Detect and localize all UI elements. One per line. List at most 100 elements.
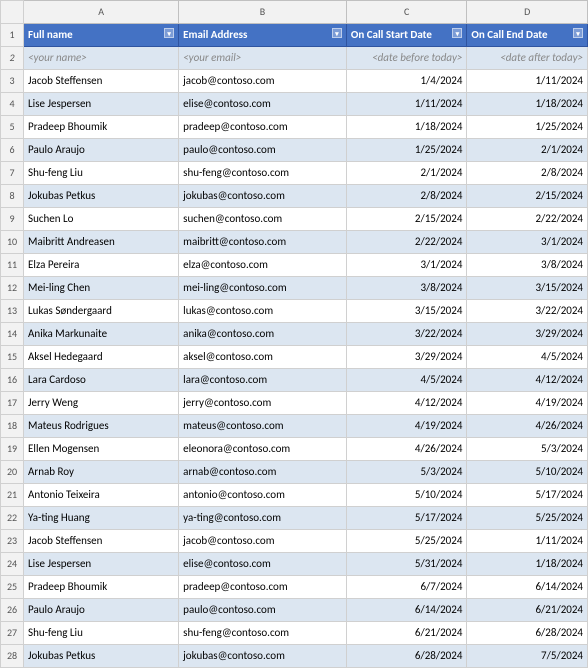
cell-fullname[interactable]: Pradeep Bhoumik	[24, 576, 179, 599]
cell-email[interactable]: elise@contoso.com	[179, 93, 347, 116]
cell-end-date[interactable]: <date after today>	[467, 47, 588, 70]
header-fullname[interactable]: Full name ▾	[24, 24, 179, 47]
cell-end-date[interactable]: 2/1/2024	[467, 139, 588, 162]
cell-fullname[interactable]: Mateus Rodrigues	[24, 415, 179, 438]
cell-end-date[interactable]: 1/11/2024	[467, 70, 588, 93]
cell-email[interactable]: mei-ling@contoso.com	[179, 277, 347, 300]
cell-end-date[interactable]: 6/28/2024	[467, 622, 588, 645]
cell-fullname[interactable]: Jacob Steffensen	[24, 70, 179, 93]
cell-fullname[interactable]: Shu-feng Liu	[24, 622, 179, 645]
cell-end-date[interactable]: 3/22/2024	[467, 300, 588, 323]
header-start-date[interactable]: On Call Start Date ▾	[346, 24, 467, 47]
cell-fullname[interactable]: Pradeep Bhoumik	[24, 116, 179, 139]
cell-email[interactable]: arnab@contoso.com	[179, 461, 347, 484]
cell-end-date[interactable]: 1/18/2024	[467, 93, 588, 116]
cell-end-date[interactable]: 6/14/2024	[467, 576, 588, 599]
cell-start-date[interactable]: 3/22/2024	[346, 323, 467, 346]
cell-start-date[interactable]: 1/11/2024	[346, 93, 467, 116]
cell-end-date[interactable]: 6/21/2024	[467, 599, 588, 622]
cell-fullname[interactable]: Suchen Lo	[24, 208, 179, 231]
cell-email[interactable]: jerry@contoso.com	[179, 392, 347, 415]
cell-end-date[interactable]: 2/15/2024	[467, 185, 588, 208]
cell-email[interactable]: anika@contoso.com	[179, 323, 347, 346]
cell-start-date[interactable]: 4/5/2024	[346, 369, 467, 392]
cell-fullname[interactable]: Ya-ting Huang	[24, 507, 179, 530]
cell-start-date[interactable]: 6/21/2024	[346, 622, 467, 645]
cell-end-date[interactable]: 1/18/2024	[467, 553, 588, 576]
cell-end-date[interactable]: 4/26/2024	[467, 415, 588, 438]
cell-end-date[interactable]: 4/5/2024	[467, 346, 588, 369]
cell-email[interactable]: paulo@contoso.com	[179, 599, 347, 622]
cell-start-date[interactable]: 5/3/2024	[346, 461, 467, 484]
cell-end-date[interactable]: 2/8/2024	[467, 162, 588, 185]
cell-start-date[interactable]: <date before today>	[346, 47, 467, 70]
cell-start-date[interactable]: 6/28/2024	[346, 645, 467, 668]
cell-start-date[interactable]: 6/7/2024	[346, 576, 467, 599]
cell-start-date[interactable]: 5/17/2024	[346, 507, 467, 530]
cell-fullname[interactable]: Antonio Teixeira	[24, 484, 179, 507]
cell-start-date[interactable]: 1/4/2024	[346, 70, 467, 93]
cell-fullname[interactable]: Paulo Araujo	[24, 139, 179, 162]
cell-fullname[interactable]: Jerry Weng	[24, 392, 179, 415]
cell-start-date[interactable]: 3/29/2024	[346, 346, 467, 369]
cell-start-date[interactable]: 2/1/2024	[346, 162, 467, 185]
cell-end-date[interactable]: 3/8/2024	[467, 254, 588, 277]
cell-fullname[interactable]: Shu-feng Liu	[24, 162, 179, 185]
cell-start-date[interactable]: 3/15/2024	[346, 300, 467, 323]
cell-email[interactable]: pradeep@contoso.com	[179, 576, 347, 599]
cell-email[interactable]: suchen@contoso.com	[179, 208, 347, 231]
cell-fullname[interactable]: Lara Cardoso	[24, 369, 179, 392]
cell-fullname[interactable]: Jokubas Petkus	[24, 645, 179, 668]
cell-email[interactable]: maibritt@contoso.com	[179, 231, 347, 254]
cell-email[interactable]: mateus@contoso.com	[179, 415, 347, 438]
cell-fullname[interactable]: Maibritt Andreasen	[24, 231, 179, 254]
cell-start-date[interactable]: 2/22/2024	[346, 231, 467, 254]
cell-fullname[interactable]: Anika Markunaite	[24, 323, 179, 346]
cell-fullname[interactable]: Jokubas Petkus	[24, 185, 179, 208]
cell-end-date[interactable]: 3/1/2024	[467, 231, 588, 254]
cell-start-date[interactable]: 2/8/2024	[346, 185, 467, 208]
filter-icon-c[interactable]: ▾	[452, 28, 462, 38]
cell-fullname[interactable]: Ellen Mogensen	[24, 438, 179, 461]
cell-email[interactable]: ya-ting@contoso.com	[179, 507, 347, 530]
cell-start-date[interactable]: 5/10/2024	[346, 484, 467, 507]
cell-email[interactable]: shu-feng@contoso.com	[179, 622, 347, 645]
cell-end-date[interactable]: 5/3/2024	[467, 438, 588, 461]
cell-start-date[interactable]: 4/12/2024	[346, 392, 467, 415]
cell-start-date[interactable]: 5/31/2024	[346, 553, 467, 576]
cell-end-date[interactable]: 5/25/2024	[467, 507, 588, 530]
cell-fullname[interactable]: <your name>	[24, 47, 179, 70]
cell-email[interactable]: shu-feng@contoso.com	[179, 162, 347, 185]
cell-fullname[interactable]: Lise Jespersen	[24, 553, 179, 576]
cell-fullname[interactable]: Mei-ling Chen	[24, 277, 179, 300]
cell-fullname[interactable]: Paulo Araujo	[24, 599, 179, 622]
cell-email[interactable]: jacob@contoso.com	[179, 530, 347, 553]
cell-fullname[interactable]: Lise Jespersen	[24, 93, 179, 116]
header-email[interactable]: Email Address ▾	[179, 24, 347, 47]
header-end-date[interactable]: On Call End Date ▾	[467, 24, 588, 47]
cell-email[interactable]: elza@contoso.com	[179, 254, 347, 277]
cell-email[interactable]: elise@contoso.com	[179, 553, 347, 576]
cell-end-date[interactable]: 7/5/2024	[467, 645, 588, 668]
cell-email[interactable]: lukas@contoso.com	[179, 300, 347, 323]
cell-fullname[interactable]: Lukas Søndergaard	[24, 300, 179, 323]
filter-icon-a[interactable]: ▾	[164, 28, 174, 38]
cell-fullname[interactable]: Jacob Steffensen	[24, 530, 179, 553]
cell-end-date[interactable]: 4/12/2024	[467, 369, 588, 392]
cell-email[interactable]: jokubas@contoso.com	[179, 185, 347, 208]
cell-email[interactable]: eleonora@contoso.com	[179, 438, 347, 461]
cell-start-date[interactable]: 4/26/2024	[346, 438, 467, 461]
cell-email[interactable]: paulo@contoso.com	[179, 139, 347, 162]
cell-end-date[interactable]: 4/19/2024	[467, 392, 588, 415]
cell-email[interactable]: <your email>	[179, 47, 347, 70]
cell-email[interactable]: jokubas@contoso.com	[179, 645, 347, 668]
cell-fullname[interactable]: Elza Pereira	[24, 254, 179, 277]
filter-icon-d[interactable]: ▾	[573, 28, 583, 38]
cell-fullname[interactable]: Aksel Hedegaard	[24, 346, 179, 369]
cell-start-date[interactable]: 3/8/2024	[346, 277, 467, 300]
cell-start-date[interactable]: 1/25/2024	[346, 139, 467, 162]
cell-end-date[interactable]: 5/17/2024	[467, 484, 588, 507]
cell-email[interactable]: pradeep@contoso.com	[179, 116, 347, 139]
cell-email[interactable]: antonio@contoso.com	[179, 484, 347, 507]
cell-start-date[interactable]: 1/18/2024	[346, 116, 467, 139]
